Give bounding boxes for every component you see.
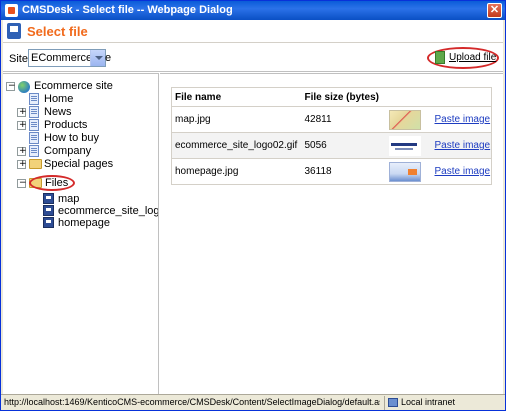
collapse-toggle[interactable]: −	[6, 81, 16, 91]
expand-toggle[interactable]: +	[17, 159, 27, 169]
file-name-cell: map.jpg	[171, 106, 302, 133]
expand-toggle[interactable]: +	[17, 107, 27, 117]
file-size-cell: 42811	[301, 106, 386, 133]
window-title: CMSDesk - Select file -- Webpage Dialog	[22, 4, 233, 16]
file-list-pane: File name File size (bytes) map.jpg 4281…	[160, 73, 503, 394]
collapse-toggle[interactable]: −	[17, 178, 27, 188]
image-file-icon	[43, 205, 54, 216]
tree-item-label[interactable]: News	[44, 106, 72, 118]
intranet-icon	[388, 398, 398, 407]
logo-thumbnail[interactable]	[388, 135, 421, 156]
expand-toggle[interactable]: +	[17, 146, 27, 156]
paste-image-link[interactable]: Paste image	[435, 140, 491, 151]
file-size-cell: 36118	[301, 158, 386, 185]
dialog-content: Select file Site: ECommerceSite Upload f…	[3, 20, 503, 394]
tree-item-label[interactable]: homepage	[58, 217, 110, 229]
thumbnail-cell	[385, 132, 432, 159]
map-thumbnail[interactable]	[388, 109, 421, 130]
image-file-icon	[43, 217, 54, 228]
thumbnail-cell	[385, 106, 432, 133]
action-cell: Paste image	[431, 158, 492, 185]
file-name-cell: ecommerce_site_logo02.gif	[171, 132, 302, 159]
close-icon: ✕	[489, 4, 500, 16]
table-row: homepage.jpg 36118 Paste image	[171, 158, 492, 185]
homepage-thumbnail[interactable]	[388, 161, 421, 182]
thumbnail-cell	[385, 158, 432, 185]
toolbar: Site: ECommerceSite Upload file	[3, 44, 503, 72]
tree-item-label[interactable]: Special pages	[44, 158, 113, 170]
column-header-action	[431, 87, 492, 107]
tree-item-label[interactable]: ecommerce_site_logo02	[58, 205, 158, 217]
tree-item-label[interactable]: Company	[44, 145, 91, 157]
globe-icon	[18, 81, 30, 93]
upload-icon	[435, 51, 445, 64]
tree-item-label[interactable]: Products	[44, 119, 87, 131]
table-row: map.jpg 42811 Paste image	[171, 106, 492, 133]
upload-file-button[interactable]: Upload file	[427, 47, 499, 69]
site-select[interactable]: ECommerceSite	[28, 49, 111, 67]
app-icon	[5, 4, 18, 17]
chevron-down-icon[interactable]	[90, 50, 105, 66]
table-row: ecommerce_site_logo02.gif 5056 Paste ima…	[171, 132, 492, 159]
page-icon	[29, 119, 39, 131]
content-tree: − Ecommerce site Home + News + Products	[3, 73, 159, 394]
page-icon	[29, 93, 39, 105]
security-zone: Local intranet	[384, 396, 505, 410]
file-table: File name File size (bytes) map.jpg 4281…	[171, 87, 492, 185]
file-size-cell: 5056	[301, 132, 386, 159]
action-cell: Paste image	[431, 106, 492, 133]
table-header-row: File name File size (bytes)	[171, 87, 492, 107]
upload-file-label[interactable]: Upload file	[449, 52, 496, 63]
zone-label: Local intranet	[401, 397, 456, 407]
page-icon	[29, 132, 39, 144]
tree-item-label[interactable]: map	[58, 193, 79, 205]
page-icon	[29, 106, 39, 118]
tree-item-label[interactable]: Home	[44, 93, 73, 105]
folder-icon	[29, 159, 42, 169]
page-icon	[29, 145, 39, 157]
column-header-file-name: File name	[171, 87, 302, 107]
status-url: http://localhost:1469/KenticoCMS-ecommer…	[4, 397, 380, 407]
paste-image-link[interactable]: Paste image	[435, 114, 491, 125]
select-file-icon	[7, 23, 21, 39]
title-bar[interactable]: CMSDesk - Select file -- Webpage Dialog …	[1, 1, 505, 20]
column-header-thumbnail	[385, 87, 432, 107]
action-cell: Paste image	[431, 132, 492, 159]
expand-toggle[interactable]: +	[17, 120, 27, 130]
column-header-file-size: File size (bytes)	[301, 87, 386, 107]
close-button[interactable]: ✕	[487, 3, 502, 18]
status-bar: http://localhost:1469/KenticoCMS-ecommer…	[1, 394, 505, 410]
paste-image-link[interactable]: Paste image	[435, 166, 491, 177]
dialog-header: Select file	[3, 20, 503, 43]
page-title: Select file	[27, 24, 88, 39]
tree-root-label[interactable]: Ecommerce site	[34, 80, 113, 92]
file-name-cell: homepage.jpg	[171, 158, 302, 185]
dialog-window: CMSDesk - Select file -- Webpage Dialog …	[0, 0, 506, 411]
highlight-circle	[29, 175, 75, 191]
image-file-icon	[43, 193, 54, 204]
tree-item-label[interactable]: How to buy	[44, 132, 99, 144]
